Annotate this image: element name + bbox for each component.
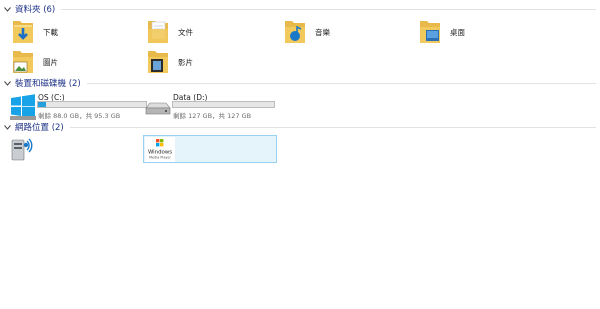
media-server-icon (8, 135, 38, 167)
folder-videos[interactable]: 影片 (143, 45, 193, 79)
drive-space-info: 剩餘 88.0 GB，共 95.3 GB (38, 112, 121, 120)
group-title: 裝置和磁碟機 (2) (15, 79, 81, 89)
desktop-folder-icon (415, 16, 445, 48)
folder-label: 文件 (178, 27, 193, 37)
folder-pictures[interactable]: 圖片 (8, 45, 58, 79)
drive-usage-bar (37, 101, 147, 108)
windows-drive-icon (8, 92, 38, 122)
svg-text:Media Player: Media Player (149, 156, 171, 160)
chevron-down-icon[interactable] (3, 79, 12, 88)
downloads-folder-icon (8, 16, 38, 48)
group-title: 網路位置 (2) (15, 123, 64, 133)
pictures-folder-icon (8, 46, 38, 78)
chevron-down-icon[interactable] (3, 123, 12, 132)
windows-media-player-icon: Windows Media Player (145, 137, 175, 166)
hard-drive-icon (143, 92, 173, 122)
folder-label: 桌面 (450, 27, 465, 37)
folder-desktop[interactable]: 桌面 (415, 15, 465, 49)
videos-folder-icon (143, 46, 173, 78)
folder-label: 音樂 (315, 27, 330, 37)
drive-usage-bar (172, 101, 275, 108)
group-title: 資料夾 (6) (15, 5, 56, 15)
network-location-windows-media-player[interactable]: Windows Media Player (143, 135, 277, 163)
folder-label: 影片 (178, 57, 193, 67)
group-header-network[interactable]: 網路位置 (2) (0, 120, 598, 134)
folder-label: 圖片 (43, 57, 58, 67)
group-header-folders[interactable]: 資料夾 (6) (0, 2, 598, 16)
chevron-down-icon[interactable] (3, 5, 12, 14)
folder-documents[interactable]: 文件 (143, 15, 193, 49)
network-location-media-server[interactable] (8, 135, 142, 163)
folder-label: 下載 (43, 27, 58, 37)
drive-space-info: 剩餘 127 GB，共 127 GB (173, 112, 252, 120)
folder-music[interactable]: 音樂 (280, 15, 330, 49)
group-header-devices[interactable]: 裝置和磁碟機 (2) (0, 76, 598, 90)
folder-downloads[interactable]: 下載 (8, 15, 58, 49)
group-divider (86, 82, 596, 84)
documents-folder-icon (143, 16, 173, 48)
drive-d[interactable]: Data (D:) 剩餘 127 GB，共 127 GB (143, 92, 277, 122)
music-folder-icon (280, 16, 310, 48)
drive-usage-fill (38, 102, 47, 107)
group-divider (61, 8, 596, 10)
group-divider (69, 126, 596, 128)
drive-c[interactable]: OS (C:) 剩餘 88.0 GB，共 95.3 GB (8, 92, 147, 122)
